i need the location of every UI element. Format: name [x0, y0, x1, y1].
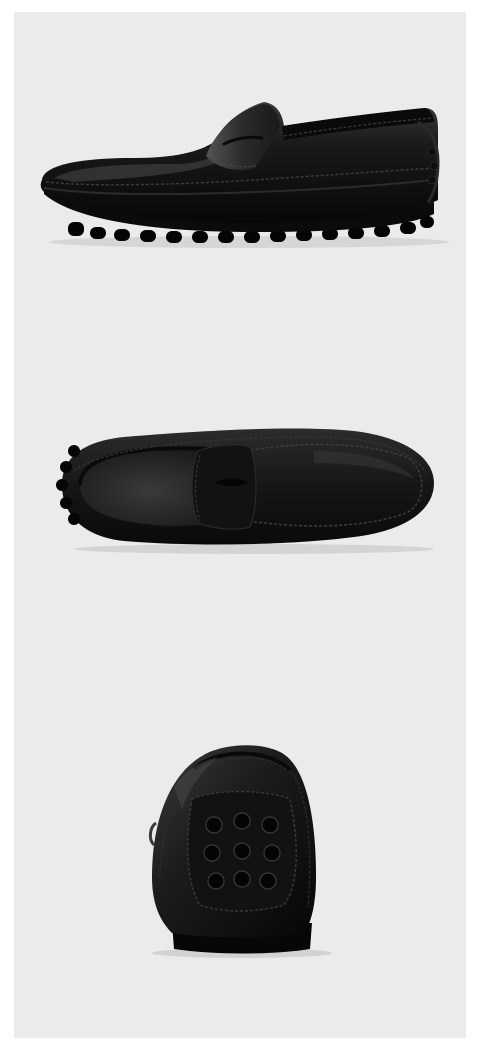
loafer-heel-view — [14, 727, 466, 977]
loafer-top-view — [14, 407, 466, 577]
product-image-panel — [14, 12, 466, 1038]
loafer-heel-icon — [148, 745, 332, 958]
loafer-side-icon — [40, 102, 449, 248]
loafer-top-icon — [56, 428, 434, 554]
loafer-side-view — [14, 82, 466, 272]
